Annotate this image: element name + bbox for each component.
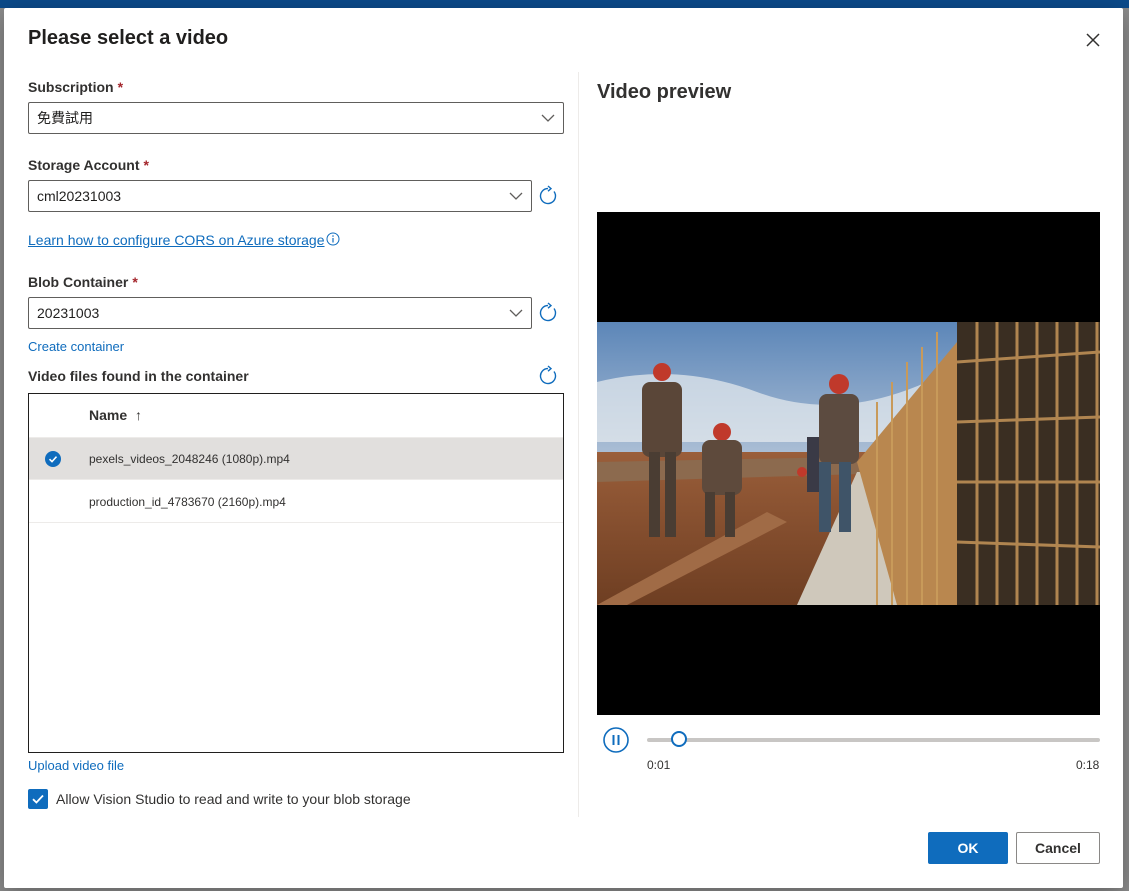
select-video-dialog: Please select a video Subscription * 免費試用… (4, 8, 1123, 888)
required-mark: * (117, 79, 124, 95)
chevron-down-icon (509, 309, 523, 317)
required-mark: * (143, 157, 149, 173)
table-row[interactable]: production_id_4783670 (2160p).mp4 (29, 481, 563, 523)
upload-video-link[interactable]: Upload video file (28, 758, 124, 773)
refresh-icon[interactable] (537, 185, 559, 207)
video-files-table: Name ↑ pexels_videos_2048246 (1080p).mp4… (28, 393, 564, 753)
table-row[interactable]: pexels_videos_2048246 (1080p).mp4 (29, 438, 563, 480)
current-time: 0:01 (647, 758, 671, 772)
chevron-down-icon (509, 192, 523, 200)
blob-container-label-text: Blob Container (28, 274, 129, 290)
table-header: Name ↑ (29, 394, 563, 438)
file-name: pexels_videos_2048246 (1080p).mp4 (89, 452, 290, 466)
storage-account-value: cml20231003 (37, 188, 122, 204)
check-circle-icon[interactable] (45, 451, 61, 467)
video-frame-image (597, 322, 1100, 605)
refresh-icon[interactable] (537, 302, 559, 324)
subscription-dropdown[interactable]: 免費試用 (28, 102, 564, 134)
storage-account-label: Storage Account * (28, 157, 149, 173)
refresh-icon[interactable] (537, 365, 559, 387)
storage-account-label-text: Storage Account (28, 157, 140, 173)
info-icon[interactable] (326, 232, 340, 246)
cors-help-link[interactable]: Learn how to configure CORS on Azure sto… (28, 232, 325, 248)
storage-account-dropdown[interactable]: cml20231003 (28, 180, 532, 212)
file-name: production_id_4783670 (2160p).mp4 (89, 495, 286, 509)
cancel-button[interactable]: Cancel (1016, 832, 1100, 864)
dialog-title: Please select a video (28, 27, 229, 49)
blob-container-value: 20231003 (37, 305, 100, 321)
checkmark-icon (32, 794, 44, 804)
checkbox[interactable] (28, 789, 48, 809)
allow-storage-label: Allow Vision Studio to read and write to… (56, 791, 411, 807)
subscription-label: Subscription * (28, 79, 123, 95)
allow-storage-checkbox[interactable]: Allow Vision Studio to read and write to… (28, 789, 448, 809)
name-column-label: Name (89, 407, 128, 423)
ok-button[interactable]: OK (928, 832, 1008, 864)
background-header (0, 0, 1129, 8)
seek-thumb[interactable] (670, 731, 687, 747)
pause-button[interactable] (603, 727, 629, 753)
close-icon[interactable] (1082, 29, 1104, 51)
video-files-title: Video files found in the container (28, 368, 249, 384)
duration: 0:18 (1076, 758, 1100, 772)
subscription-label-text: Subscription (28, 79, 114, 95)
chevron-down-icon (541, 114, 555, 122)
blob-container-dropdown[interactable]: 20231003 (28, 297, 532, 329)
video-seek-slider[interactable] (647, 731, 1100, 747)
sort-ascending-icon: ↑ (135, 407, 143, 423)
required-mark: * (132, 274, 138, 290)
name-column-header[interactable]: Name ↑ (89, 407, 142, 423)
video-player[interactable] (597, 212, 1100, 715)
video-preview-title: Video preview (597, 81, 732, 103)
blob-container-label: Blob Container * (28, 274, 138, 290)
subscription-value: 免費試用 (37, 110, 93, 126)
create-container-link[interactable]: Create container (28, 339, 124, 354)
column-divider (578, 72, 579, 817)
